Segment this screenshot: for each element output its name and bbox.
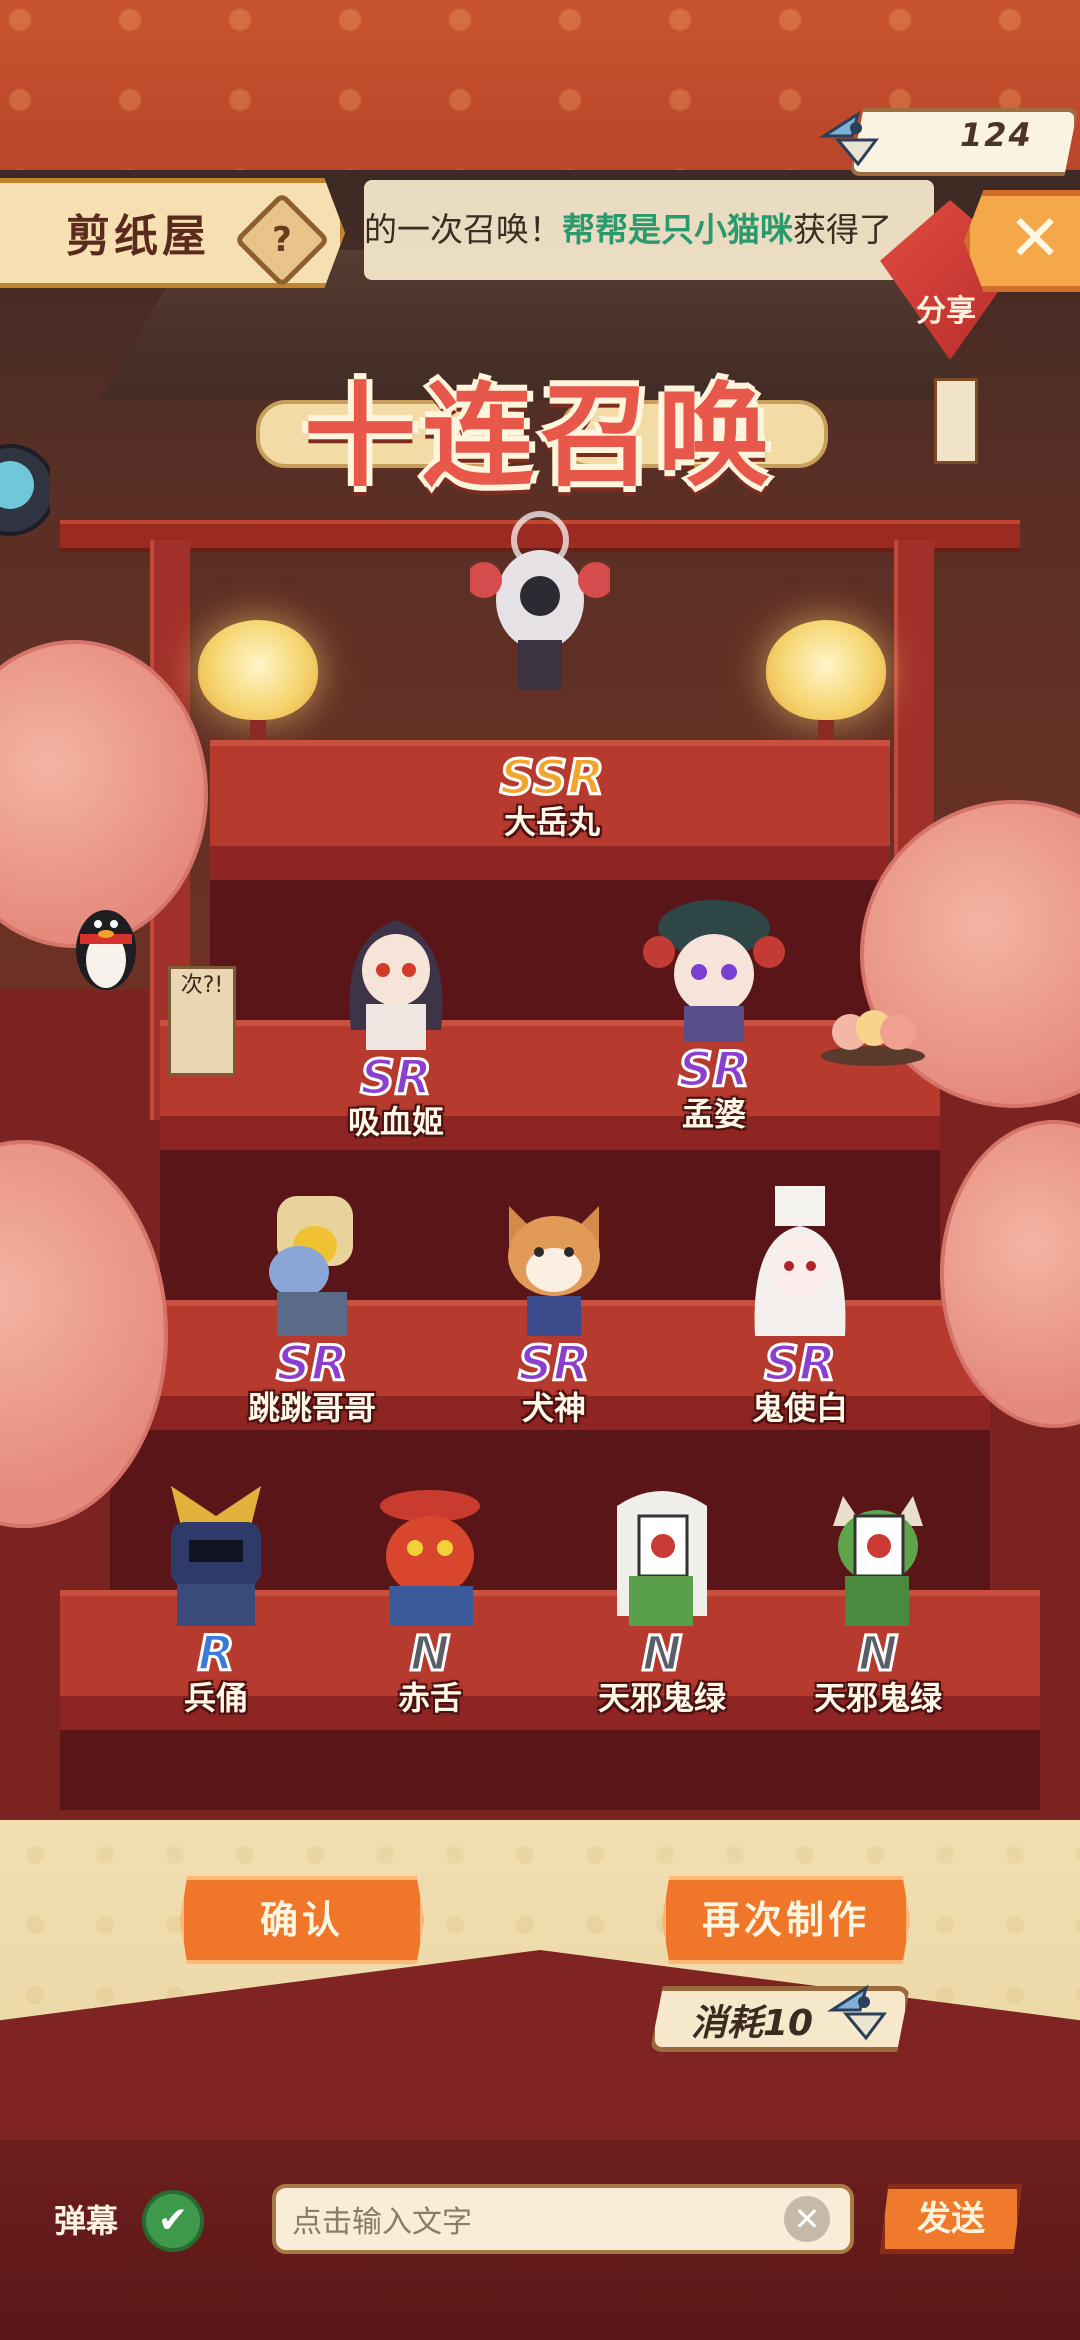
result-card-7[interactable]: R 兵俑 — [116, 1476, 316, 1718]
rarity-badge: SR — [517, 1336, 592, 1392]
danmaku-input[interactable]: 点击输入文字 — [272, 2184, 854, 2254]
character-name: 大岳丸 — [503, 803, 600, 841]
result-card-9[interactable]: N 天邪鬼绿 — [562, 1476, 762, 1718]
rarity-badge: SR — [359, 1050, 434, 1106]
rarity-badge: SR — [677, 1042, 752, 1098]
character-name: 天邪鬼绿 — [813, 1679, 942, 1717]
character-portrait — [269, 1196, 353, 1336]
rarity-badge: N — [640, 1626, 683, 1682]
clear-input-icon[interactable]: ✕ — [784, 2196, 830, 2242]
wooden-sign: 次?! — [168, 966, 236, 1076]
rarity-badge: R — [196, 1626, 236, 1682]
character-name: 鬼使白 — [751, 1389, 848, 1427]
currency-value: 124 — [960, 116, 1033, 154]
shop-title: 剪纸屋 — [66, 211, 210, 262]
marquee-player-name: 帮帮是只小猫咪 — [562, 210, 793, 249]
rarity-badge: SR — [275, 1336, 350, 1392]
side-creature-icon[interactable] — [0, 430, 50, 560]
close-button[interactable]: ✕ — [964, 190, 1080, 292]
character-name: 天邪鬼绿 — [597, 1679, 726, 1717]
character-portrait — [349, 920, 443, 1050]
marquee-suffix: 获得了 — [793, 210, 892, 249]
share-tag-charm — [934, 378, 978, 464]
summoned-character-art — [470, 511, 610, 690]
danmaku-toggle-checkbox[interactable]: ✔ — [142, 2190, 204, 2252]
character-name: 吸血姬 — [347, 1103, 444, 1141]
character-portrait — [643, 900, 785, 1042]
character-portrait — [508, 1206, 600, 1336]
broadcast-marquee: 的一次召唤！帮帮是只小猫咪获得了 — [364, 180, 934, 280]
character-name: 赤舌 — [397, 1679, 462, 1717]
result-card-6[interactable]: SR 鬼使白 — [700, 1186, 900, 1428]
rarity-badge: SSR — [498, 750, 605, 806]
character-name: 孟婆 — [681, 1095, 746, 1133]
stair-riser-4 — [60, 1730, 1040, 1810]
rarity-badge: N — [856, 1626, 899, 1682]
penguin-mascot-icon — [76, 910, 136, 990]
send-button[interactable]: 发送 — [880, 2184, 1022, 2254]
result-card-3[interactable]: SR 孟婆 — [614, 892, 814, 1134]
rarity-badge: SR — [763, 1336, 838, 1392]
character-portrait — [380, 1490, 480, 1626]
result-card-1[interactable]: SSR 大岳丸 — [452, 750, 652, 842]
rarity-badge: N — [408, 1626, 451, 1682]
lantern-right — [766, 620, 886, 720]
result-card-5[interactable]: SR 犬神 — [454, 1186, 654, 1428]
character-portrait — [171, 1486, 261, 1626]
marquee-prefix: 的一次召唤！ — [364, 210, 562, 249]
danmaku-label: 弹幕 — [54, 2202, 119, 2240]
lantern-left — [198, 620, 318, 720]
dango-plate-icon — [821, 1010, 925, 1066]
question-icon: ? — [272, 220, 292, 260]
character-portrait — [833, 1496, 923, 1626]
character-name: 兵俑 — [183, 1679, 248, 1717]
character-portrait — [617, 1491, 707, 1626]
summon-again-button[interactable]: 再次制作 — [662, 1876, 910, 1964]
character-name: 跳跳哥哥 — [247, 1389, 376, 1427]
character-name: 犬神 — [521, 1389, 586, 1427]
close-icon: ✕ — [1008, 202, 1062, 276]
result-card-4[interactable]: SR 跳跳哥哥 — [212, 1186, 412, 1428]
paper-bird-icon — [826, 1984, 887, 2041]
confirm-button[interactable]: 确认 — [180, 1876, 424, 1964]
character-portrait — [754, 1186, 846, 1336]
result-card-10[interactable]: N 天邪鬼绿 — [778, 1476, 978, 1718]
share-label[interactable]: 分享 — [916, 286, 976, 330]
result-card-2[interactable]: SR 吸血姬 — [296, 900, 496, 1142]
paper-bird-icon — [818, 110, 879, 167]
summon-result-scene: 次?! 剪纸屋 ? 的一次召唤！帮帮是只小猫咪获得了 分享 ✕ 124 十连召唤 — [0, 0, 1080, 2340]
result-card-8[interactable]: N 赤舌 — [330, 1476, 530, 1718]
summon-banner-title: 十连召唤 — [304, 372, 776, 502]
